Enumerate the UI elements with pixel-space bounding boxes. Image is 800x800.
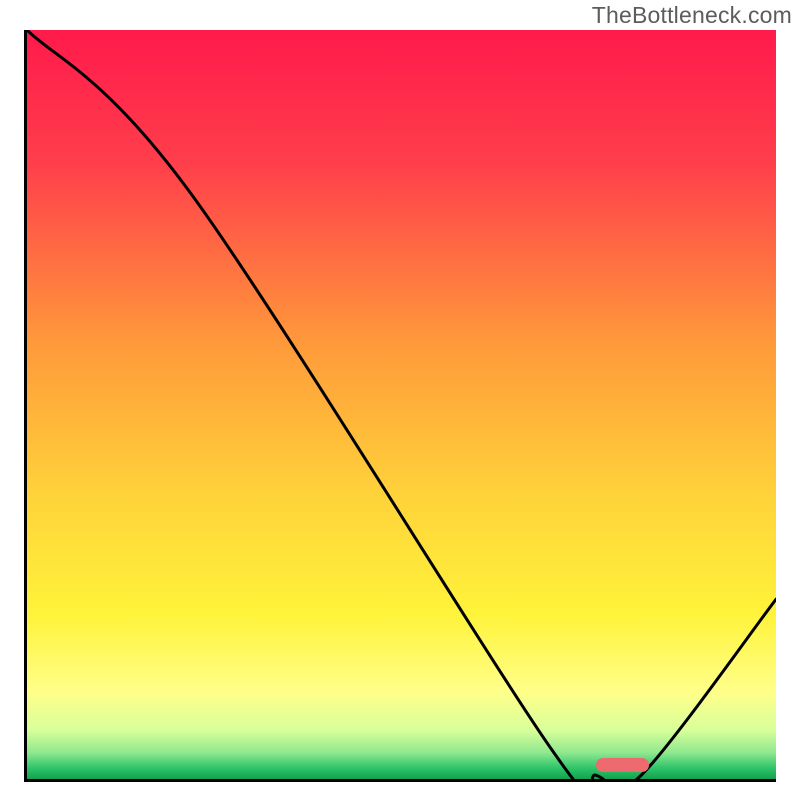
curve-path <box>27 30 776 779</box>
optimal-marker <box>596 758 648 772</box>
chart-frame: TheBottleneck.com <box>0 0 800 800</box>
bottleneck-curve <box>27 30 776 779</box>
watermark-text: TheBottleneck.com <box>592 2 792 29</box>
plot-area <box>24 30 776 782</box>
